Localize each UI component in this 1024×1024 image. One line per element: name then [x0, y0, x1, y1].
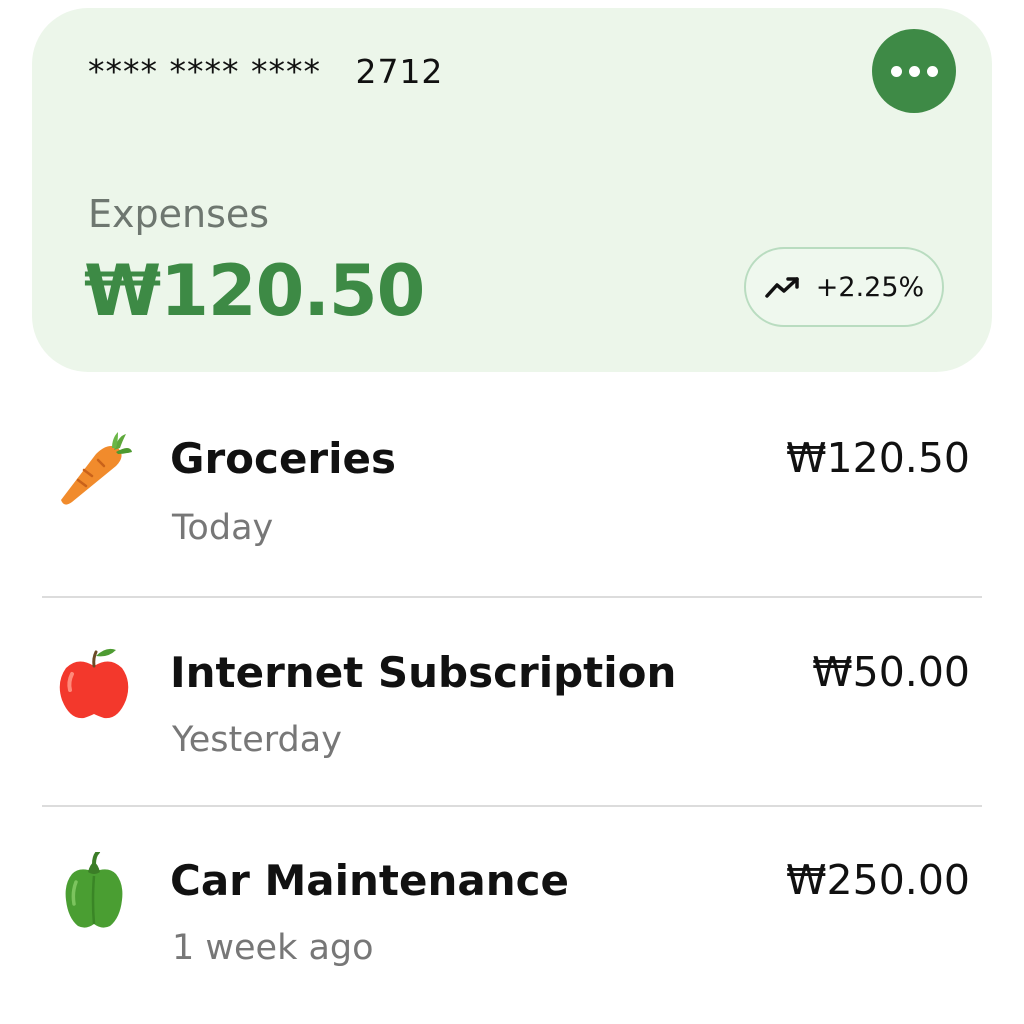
divider [42, 596, 982, 598]
transaction-amount: ₩250.00 [786, 856, 970, 904]
divider [42, 805, 982, 807]
more-horizontal-icon [890, 65, 902, 77]
transaction-name: Car Maintenance [170, 856, 570, 905]
card-number: **** **** **** 2712 [88, 52, 444, 91]
transaction-row[interactable]: Internet Subscription Yesterday ₩50.00 [42, 600, 982, 810]
transaction-amount: ₩50.00 [812, 648, 970, 696]
carrot-icon [56, 430, 132, 510]
expenses-label: Expenses [88, 192, 270, 236]
more-options-button[interactable] [872, 29, 956, 113]
transaction-row[interactable]: Groceries Today ₩120.50 [42, 390, 982, 600]
transaction-amount: ₩120.50 [786, 434, 970, 482]
expense-card: **** **** **** 2712 Expenses ₩120.50 +2.… [32, 8, 992, 372]
expenses-amount: ₩120.50 [84, 250, 425, 332]
expenses-screen: **** **** **** 2712 Expenses ₩120.50 +2.… [0, 0, 1024, 1024]
transaction-date: Today [172, 508, 274, 548]
bell-pepper-icon [56, 852, 132, 932]
transaction-date: Yesterday [172, 720, 342, 760]
apple-icon [56, 644, 132, 724]
trend-value: +2.25% [815, 271, 925, 303]
transaction-row[interactable]: Car Maintenance 1 week ago ₩250.00 [42, 808, 982, 1018]
more-dot [908, 65, 920, 77]
trend-badge[interactable]: +2.25% [744, 247, 944, 327]
more-dot [926, 65, 938, 77]
trending-up-icon [765, 277, 799, 298]
transaction-date: 1 week ago [172, 928, 374, 968]
transaction-name: Groceries [170, 434, 397, 483]
transaction-name: Internet Subscription [170, 648, 677, 697]
